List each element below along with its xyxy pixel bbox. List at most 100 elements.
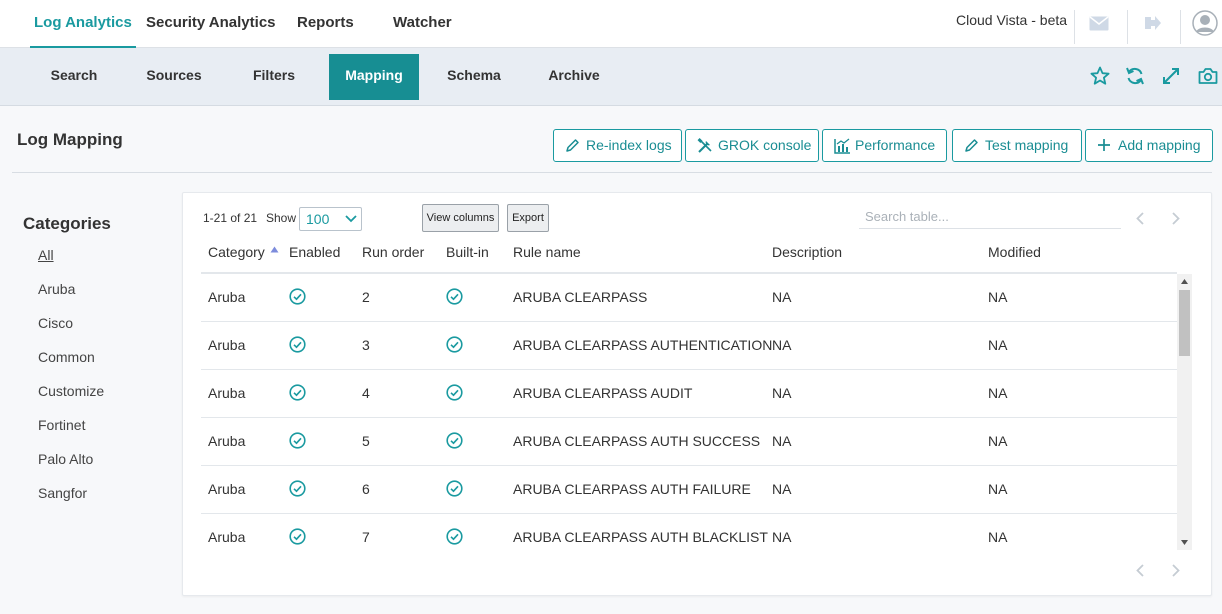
add-mapping-button[interactable]: Add mapping — [1085, 129, 1213, 162]
mail-icon[interactable] — [1089, 16, 1109, 36]
category-all[interactable]: All — [38, 247, 54, 263]
column-header-rule-name[interactable]: Rule name — [513, 244, 581, 260]
cell-category: Aruba — [208, 481, 246, 497]
cell-rule-name: ARUBA CLEARPASS AUTH SUCCESS — [513, 433, 761, 449]
tab-archive[interactable]: Archive — [530, 54, 618, 100]
sort-asc-icon — [270, 246, 279, 253]
table-row[interactable]: Aruba 6 ARUBA CLEARPASS AUTH FAILURE NA NA — [201, 466, 1177, 514]
category-palo-alto[interactable]: Palo Alto — [38, 451, 93, 467]
page-size-value: 100 — [306, 211, 330, 227]
record-count: 1-21 of 21 — [203, 211, 258, 225]
cell-rule-name: ARUBA CLEARPASS AUTH BLACKLIST — [513, 529, 768, 545]
tab-search[interactable]: Search — [30, 54, 118, 100]
category-aruba[interactable]: Aruba — [38, 281, 75, 297]
next-page-icon[interactable] — [1172, 212, 1180, 230]
cell-modified: NA — [988, 433, 1008, 449]
tab-mapping[interactable]: Mapping — [329, 54, 419, 100]
category-common[interactable]: Common — [38, 349, 95, 365]
table-row[interactable]: Aruba 5 ARUBA CLEARPASS AUTH SUCCESS NA NA — [201, 418, 1177, 466]
star-icon[interactable] — [1090, 66, 1110, 91]
page-title: Log Mapping — [17, 130, 123, 149]
grok-console-button[interactable]: GROK console — [685, 129, 819, 162]
cell-description: NA — [772, 385, 792, 401]
divider — [1074, 10, 1075, 44]
tab-security-analytics[interactable]: Security Analytics — [146, 0, 276, 48]
divider — [12, 172, 1212, 173]
cell-rule-name: ARUBA CLEARPASS AUTHENTICATION — [513, 337, 773, 353]
cell-modified: NA — [988, 481, 1008, 497]
prev-page-icon[interactable] — [1136, 564, 1144, 582]
column-header-modified[interactable]: Modified — [988, 244, 1041, 260]
test-mapping-button[interactable]: Test mapping — [952, 129, 1082, 162]
builtin-check-icon — [446, 336, 463, 353]
column-header-category[interactable]: Category — [208, 244, 279, 260]
cell-modified: NA — [988, 385, 1008, 401]
enabled-check-icon — [289, 432, 306, 449]
category-customize[interactable]: Customize — [38, 383, 104, 399]
cell-category: Aruba — [208, 337, 246, 353]
table-row[interactable]: Aruba 2 ARUBA CLEARPASS NA NA — [201, 274, 1177, 322]
cell-run-order: 6 — [362, 481, 370, 497]
cell-category: Aruba — [208, 529, 246, 545]
cell-description: NA — [772, 433, 792, 449]
cell-description: NA — [772, 337, 792, 353]
enabled-check-icon — [289, 336, 306, 353]
enabled-check-icon — [289, 480, 306, 497]
pencil-icon — [566, 139, 579, 152]
expand-icon[interactable] — [1161, 66, 1181, 91]
prev-page-icon[interactable] — [1136, 212, 1144, 230]
column-header-run-order[interactable]: Run order — [362, 244, 424, 260]
cell-modified: NA — [988, 289, 1008, 305]
cell-category: Aruba — [208, 385, 246, 401]
cell-category: Aruba — [208, 289, 246, 305]
column-header-built-in[interactable]: Built-in — [446, 244, 489, 260]
table-body: Aruba 2 ARUBA CLEARPASS NA NA Aruba 3 ARUBA CLE… — [201, 274, 1177, 550]
tab-filters[interactable]: Filters — [230, 54, 318, 100]
reindex-logs-button[interactable]: Re-index logs — [553, 129, 682, 162]
table-row[interactable]: Aruba 7 ARUBA CLEARPASS AUTH BLACKLIST NA NA — [201, 514, 1177, 550]
cell-run-order: 2 — [362, 289, 370, 305]
column-header-label: Category — [208, 244, 265, 260]
user-avatar-icon[interactable] — [1192, 10, 1218, 41]
performance-label: Performance — [855, 137, 936, 153]
page-size-select[interactable]: 100 — [299, 207, 362, 231]
add-mapping-label: Add mapping — [1118, 137, 1201, 153]
search-table-input[interactable] — [859, 205, 1121, 229]
builtin-check-icon — [446, 528, 463, 545]
cell-rule-name: ARUBA CLEARPASS AUTH FAILURE — [513, 481, 751, 497]
enabled-check-icon — [289, 384, 306, 401]
table-row[interactable]: Aruba 4 ARUBA CLEARPASS AUDIT NA NA — [201, 370, 1177, 418]
tab-schema[interactable]: Schema — [430, 54, 518, 100]
cell-description: NA — [772, 481, 792, 497]
table-row[interactable]: Aruba 3 ARUBA CLEARPASS AUTHENTICATION NA NA — [201, 322, 1177, 370]
test-mapping-label: Test mapping — [985, 137, 1069, 153]
show-label: Show — [266, 211, 297, 225]
scrollbar-thumb[interactable] — [1179, 290, 1190, 356]
category-fortinet[interactable]: Fortinet — [38, 417, 85, 433]
tab-watcher[interactable]: Watcher — [393, 0, 452, 48]
builtin-check-icon — [446, 288, 463, 305]
tab-log-analytics[interactable]: Log Analytics — [30, 0, 136, 48]
enabled-check-icon — [289, 528, 306, 545]
grok-console-label: GROK console — [718, 137, 812, 153]
tab-reports[interactable]: Reports — [297, 0, 354, 48]
camera-icon[interactable] — [1198, 67, 1218, 90]
cell-run-order: 4 — [362, 385, 370, 401]
pencil-alt-icon — [965, 139, 978, 152]
performance-button[interactable]: Performance — [822, 129, 947, 162]
builtin-check-icon — [446, 432, 463, 449]
divider — [1127, 10, 1128, 44]
view-columns-button[interactable]: View columns — [422, 204, 499, 232]
sub-nav: Search Sources Filters Mapping Schema Ar… — [0, 48, 1222, 106]
builtin-check-icon — [446, 480, 463, 497]
column-header-description[interactable]: Description — [772, 244, 842, 260]
category-cisco[interactable]: Cisco — [38, 315, 73, 331]
export-button[interactable]: Export — [507, 204, 549, 232]
top-nav: Log Analytics Security Analytics Reports… — [0, 0, 1222, 48]
refresh-icon[interactable] — [1125, 66, 1145, 91]
next-page-icon[interactable] — [1172, 564, 1180, 582]
logout-icon[interactable] — [1143, 14, 1162, 37]
column-header-enabled[interactable]: Enabled — [289, 244, 340, 260]
tab-sources[interactable]: Sources — [130, 54, 218, 100]
category-sangfor[interactable]: Sangfor — [38, 485, 87, 501]
